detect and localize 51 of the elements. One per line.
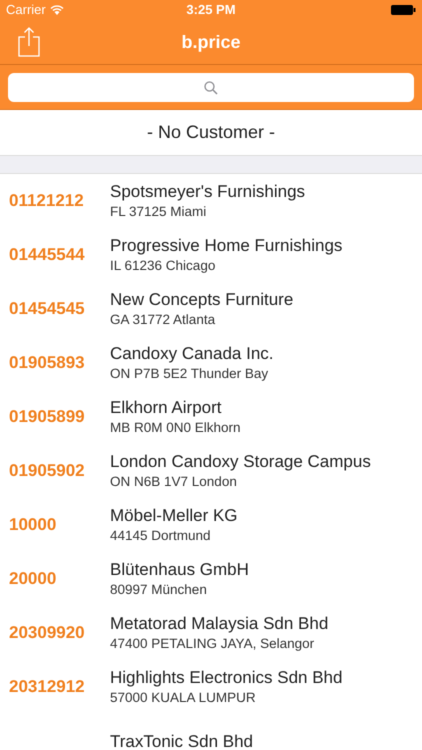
customer-name: Highlights Electronics Sdn Bhd: [110, 666, 342, 688]
customer-row[interactable]: 20000 Blütenhaus GmbH 80997 München: [0, 552, 422, 606]
carrier-label: Carrier: [6, 1, 46, 20]
customer-number: 01121212: [9, 191, 84, 210]
customer-number: 10000: [9, 515, 56, 534]
customer-name: Progressive Home Furnishings: [110, 234, 342, 256]
customer-address: FL 37125 Miami: [110, 202, 208, 220]
customer-address: ON P7B 5E2 Thunder Bay: [110, 364, 270, 383]
search-icon: [204, 80, 218, 94]
customer-row[interactable]: 20309920 Metatorad Malaysia Sdn Bhd 47400 PETALING JAYA, Selangor: [0, 606, 422, 660]
customer-row[interactable]: 01905893 Candoxy Canada Inc. ON P7B 5E2 Thunder Bay: [0, 336, 422, 390]
clock-time: 3:25 PM: [186, 1, 236, 20]
customer-row[interactable]: 10000 Möbel-Meller KG 44145 Dortmund: [0, 498, 422, 552]
customer-address: GA 31772 Atlanta: [110, 310, 216, 328]
customer-number: 01905893: [9, 353, 85, 372]
customer-number: 20309920: [9, 623, 85, 642]
customer-name: London Candoxy Storage Campus: [110, 450, 371, 472]
customer-row[interactable]: 01905902 London Candoxy Storage Campus ON N6B 1V7 London: [0, 444, 422, 498]
battery-icon: [391, 5, 416, 15]
customer-address: 80997 München: [110, 580, 208, 598]
customer-row[interactable]: TraxTonic Sdn Bhd: [0, 714, 422, 750]
customer-number: 01905902: [9, 461, 85, 480]
share-icon[interactable]: [18, 27, 40, 57]
customer-address: 44145 Dortmund: [110, 526, 212, 544]
customer-number: 01454545: [9, 299, 85, 318]
customer-name: Spotsmeyer's Furnishings: [110, 180, 306, 202]
customer-row[interactable]: 01905899 Elkhorn Airport MB R0M 0N0 Elkhorn: [0, 390, 422, 444]
customer-name: Candoxy Canada Inc.: [110, 342, 274, 364]
search-field[interactable]: [8, 73, 414, 102]
app-title: b.price: [181, 30, 241, 54]
wifi-icon: [50, 5, 64, 15]
customer-number: 20312912: [9, 677, 85, 696]
customer-address: IL 61236 Chicago: [110, 256, 216, 275]
customer-address: ON N6B 1V7 London: [110, 472, 238, 490]
customer-address: MB R0M 0N0 Elkhorn: [110, 418, 241, 436]
customer-number: 01905899: [9, 407, 85, 426]
customer-address: 47400 PETALING JAYA, Selangor: [110, 634, 316, 653]
customer-name: Möbel-Meller KG: [110, 504, 238, 526]
customer-name: New Concepts Furniture: [110, 288, 294, 310]
customer-name: Metatorad Malaysia Sdn Bhd: [110, 612, 328, 634]
customer-label[interactable]: - No Customer -: [146, 119, 276, 146]
customer-number: 01445544: [9, 245, 85, 264]
customer-name: TraxTonic Sdn Bhd: [110, 730, 253, 750]
customer-name: Blütenhaus GmbH: [110, 558, 249, 580]
customer-name: Elkhorn Airport: [110, 396, 222, 418]
customer-row[interactable]: 01121212 Spotsmeyer's Furnishings FL 37125 Miami: [0, 174, 422, 228]
customer-row[interactable]: 20312912 Highlights Electronics Sdn Bhd 57000 KUALA LUMPUR: [0, 660, 422, 714]
customer-row[interactable]: 01454545 New Concepts Furniture GA 31772 Atlanta: [0, 282, 422, 336]
customer-number: 20000: [9, 569, 56, 588]
customer-address: 57000 KUALA LUMPUR: [110, 688, 257, 706]
customer-row[interactable]: 01445544 Progressive Home Furnishings IL 61236 Chicago: [0, 228, 422, 282]
